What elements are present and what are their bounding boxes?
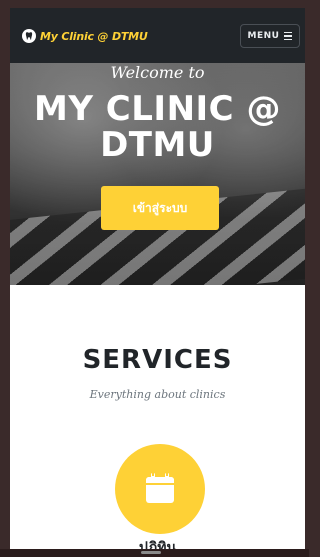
calendar-service-button[interactable] bbox=[115, 444, 205, 534]
menu-label: MENU bbox=[247, 31, 280, 41]
tooth-icon bbox=[22, 29, 36, 43]
brand-link[interactable]: My Clinic @ DTMU bbox=[22, 29, 148, 43]
login-button[interactable]: เข้าสู่ระบบ bbox=[101, 186, 219, 230]
calendar-icon bbox=[146, 472, 174, 503]
brand-title: My Clinic @ DTMU bbox=[40, 29, 148, 43]
hero-subheading: Welcome to bbox=[110, 63, 205, 82]
hero-heading-line-2: DTMU bbox=[100, 125, 215, 165]
page: My Clinic @ DTMU MENU Welcome to MY CLIN… bbox=[10, 8, 305, 551]
hero-heading: MY CLINIC @ DTMU bbox=[10, 91, 305, 163]
navbar: My Clinic @ DTMU MENU bbox=[10, 8, 305, 63]
home-indicator[interactable] bbox=[141, 551, 161, 554]
services-subtitle: Everything about clinics bbox=[89, 388, 226, 401]
menu-button[interactable]: MENU bbox=[240, 24, 300, 48]
hero-section: Welcome to MY CLINIC @ DTMU เข้าสู่ระบบ bbox=[10, 63, 305, 285]
hero-heading-line-1: MY CLINIC @ bbox=[34, 89, 281, 129]
hamburger-icon bbox=[284, 31, 293, 41]
services-title: SERVICES bbox=[82, 345, 233, 375]
